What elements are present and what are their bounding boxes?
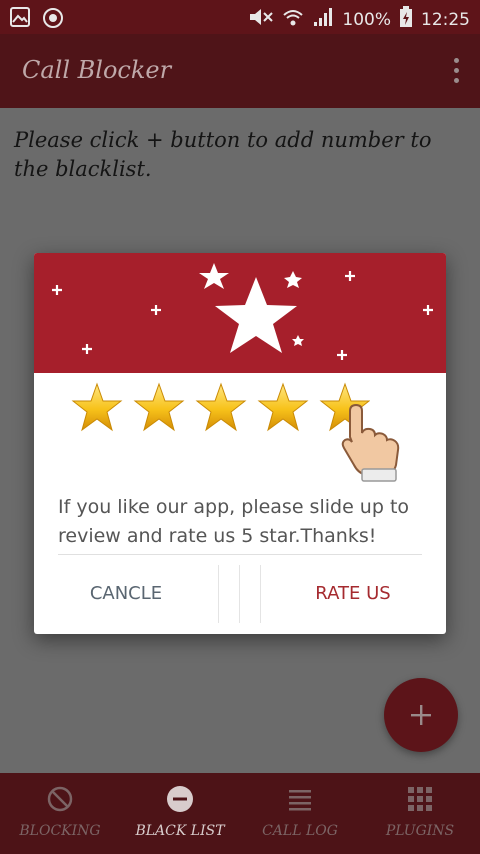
battery-icon xyxy=(399,6,413,33)
nav-label-call-log: CALL LOG xyxy=(262,823,338,839)
clock: 12:25 xyxy=(421,9,470,30)
app-title: Call Blocker xyxy=(22,56,172,84)
rate-dialog: If you like our app, please slide up to … xyxy=(34,253,446,634)
bottom-navigation: BLOCKING BLACK LIST CALL LOG PLUGINS xyxy=(0,773,480,854)
battery-percent: 100% xyxy=(342,9,391,30)
star-icon[interactable] xyxy=(133,382,185,432)
mute-icon xyxy=(248,7,274,32)
status-bar: 100% 12:25 xyxy=(0,0,480,34)
empty-list-hint: Please click + button to add number to t… xyxy=(14,128,432,181)
overflow-menu-icon[interactable] xyxy=(452,58,460,86)
grid-icon xyxy=(406,785,434,813)
button-divider xyxy=(218,565,219,623)
star-rating[interactable] xyxy=(70,381,371,437)
pointing-hand-icon xyxy=(341,403,400,482)
nav-item-blocking[interactable]: BLOCKING xyxy=(0,773,120,854)
nav-item-plugins[interactable]: PLUGINS xyxy=(360,773,480,854)
signal-icon xyxy=(312,7,334,32)
sync-icon xyxy=(42,7,64,33)
nav-label-blocking: BLOCKING xyxy=(19,823,101,839)
nav-label-plugins: PLUGINS xyxy=(385,823,455,839)
divider xyxy=(58,554,422,555)
dialog-header xyxy=(34,253,446,373)
dialog-message: If you like our app, please slide up to … xyxy=(58,496,410,547)
image-icon xyxy=(10,7,30,33)
minus-circle-icon xyxy=(166,785,194,813)
stars-illustration xyxy=(52,263,433,360)
star-icon[interactable] xyxy=(71,382,123,432)
nav-item-call-log[interactable]: CALL LOG xyxy=(240,773,360,854)
wifi-icon xyxy=(282,7,304,32)
cancel-button[interactable]: CANCLE xyxy=(34,565,218,623)
rate-us-button[interactable]: RATE US xyxy=(260,565,446,623)
star-icon[interactable] xyxy=(257,382,309,432)
nav-item-black-list[interactable]: BLACK LIST xyxy=(120,773,240,854)
list-icon xyxy=(286,785,314,813)
button-divider xyxy=(239,565,240,623)
app-bar: Call Blocker xyxy=(0,34,480,108)
block-icon xyxy=(46,785,74,813)
nav-label-black-list: BLACK LIST xyxy=(135,823,225,839)
star-icon[interactable] xyxy=(195,382,247,432)
add-number-button[interactable] xyxy=(384,678,458,752)
